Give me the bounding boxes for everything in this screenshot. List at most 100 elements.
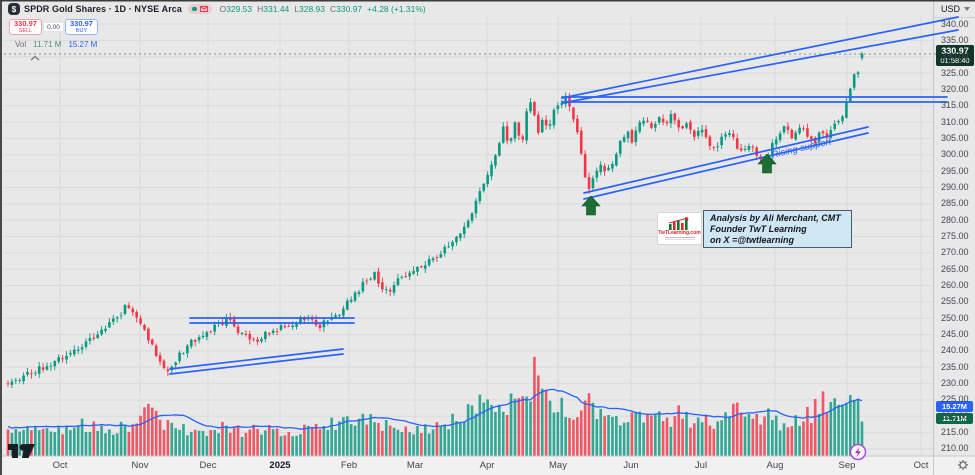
volume-bar bbox=[533, 357, 536, 456]
volume-bar bbox=[845, 403, 848, 456]
candle-body bbox=[713, 147, 716, 148]
volume-bar bbox=[709, 426, 712, 456]
candle-body bbox=[631, 130, 634, 142]
volume-legend: Vol11.71 M15.27 M bbox=[15, 40, 97, 49]
volume-bar bbox=[818, 414, 821, 456]
volume-bar bbox=[120, 422, 123, 456]
market-status-pill[interactable] bbox=[188, 4, 212, 14]
chevron-collapse-icon[interactable] bbox=[29, 55, 41, 62]
candle-body bbox=[182, 353, 185, 354]
volume-bar bbox=[693, 423, 696, 456]
price-tick: 220.00 bbox=[941, 412, 969, 421]
volume-bar bbox=[393, 428, 396, 456]
volume-bar bbox=[553, 413, 556, 456]
analysis-annotation[interactable]: Analysis by Ali Merchant, CMT Founder Tw… bbox=[703, 210, 852, 248]
candle-body bbox=[287, 326, 290, 327]
volume-bar bbox=[728, 416, 731, 456]
candle-body bbox=[256, 340, 259, 342]
volume-bar bbox=[104, 433, 107, 456]
window-left-edge bbox=[0, 0, 2, 475]
volume-bar bbox=[662, 421, 665, 456]
candle-body bbox=[46, 366, 49, 370]
volume-bar bbox=[697, 417, 700, 456]
volume-bar bbox=[443, 424, 446, 456]
candle-body bbox=[748, 146, 751, 150]
volume-bar bbox=[744, 417, 747, 456]
volume-bar bbox=[326, 430, 329, 456]
price-axis[interactable]: USD 330.97 01:58:40 15.27M 11.71M 340.00… bbox=[934, 0, 975, 475]
candle-body bbox=[740, 148, 743, 150]
volume-bar bbox=[272, 429, 275, 456]
trendline[interactable] bbox=[562, 30, 958, 103]
candle-body bbox=[459, 234, 462, 238]
trendline[interactable] bbox=[562, 17, 958, 98]
time-axis[interactable]: OctNovDec2025FebMarAprMayJunJulAugSepOct bbox=[0, 456, 975, 475]
volume-bar bbox=[81, 419, 84, 456]
volume-bar bbox=[186, 435, 189, 456]
volume-bar bbox=[518, 398, 521, 456]
time-tick: Oct bbox=[914, 460, 929, 471]
volume-bar bbox=[408, 432, 411, 456]
candle-body bbox=[280, 325, 283, 330]
volume-bar bbox=[475, 414, 478, 456]
volume-bar bbox=[233, 427, 236, 456]
candle-body bbox=[787, 126, 790, 129]
volume-bar bbox=[459, 423, 462, 456]
candle-body bbox=[837, 121, 840, 122]
price-tick: 295.00 bbox=[941, 167, 969, 176]
volume-bar bbox=[338, 421, 341, 456]
candle-body bbox=[18, 380, 21, 381]
candle-body bbox=[443, 247, 446, 253]
candle-body bbox=[440, 254, 443, 257]
volume-bar bbox=[299, 434, 302, 456]
candle-body bbox=[529, 102, 532, 111]
candle-body bbox=[397, 278, 400, 285]
volume-bar bbox=[736, 403, 739, 456]
candle-body bbox=[100, 330, 103, 335]
volume-bar bbox=[225, 426, 228, 456]
volume-bar bbox=[451, 414, 454, 456]
trendline[interactable] bbox=[170, 349, 343, 369]
candle-body bbox=[245, 334, 248, 335]
buy-button[interactable]: 330.97BUY bbox=[65, 19, 98, 35]
currency-selector[interactable]: USD bbox=[941, 4, 970, 14]
candle-body bbox=[393, 285, 396, 293]
volume-bar bbox=[748, 414, 751, 456]
volume-bar bbox=[791, 426, 794, 456]
candle-body bbox=[57, 357, 60, 361]
candle-body bbox=[479, 191, 482, 201]
analysis-line-3: on X =@twtlearning bbox=[710, 235, 845, 246]
sell-button[interactable]: 330.97SELL bbox=[9, 19, 42, 35]
candle-body bbox=[635, 131, 638, 142]
symbol-title[interactable]: SPDR Gold Shares · 1D · NYSE Arca bbox=[24, 4, 182, 14]
volume-bar bbox=[420, 433, 423, 456]
volume-bar bbox=[365, 425, 368, 456]
volume-bar bbox=[545, 390, 548, 456]
symbol-logo[interactable]: $ bbox=[8, 3, 20, 15]
volume-bar bbox=[229, 433, 232, 456]
gear-icon[interactable] bbox=[957, 459, 969, 471]
candle-body bbox=[198, 337, 201, 340]
candle-body bbox=[521, 136, 524, 139]
candle-body bbox=[190, 340, 193, 347]
ohlc-values: O329.53 H331.44 L328.93 C330.97 +4.28 (+… bbox=[220, 4, 426, 14]
candle-body bbox=[549, 124, 552, 126]
price-tick: 280.00 bbox=[941, 216, 969, 225]
candle-body bbox=[92, 338, 95, 339]
volume-bar bbox=[549, 401, 552, 456]
volume-bar bbox=[92, 421, 95, 456]
volume-bar bbox=[34, 427, 37, 456]
candle-body bbox=[646, 121, 649, 122]
candle-body bbox=[798, 128, 801, 133]
candle-body bbox=[124, 305, 127, 314]
candle-body bbox=[642, 121, 645, 124]
volume-bar bbox=[170, 423, 173, 456]
candle-body bbox=[116, 317, 119, 318]
candle-body bbox=[666, 122, 669, 123]
price-tick: 255.00 bbox=[941, 297, 969, 306]
candle-body bbox=[498, 143, 501, 155]
trendline[interactable] bbox=[170, 354, 343, 374]
candle-body bbox=[401, 277, 404, 278]
candle-body bbox=[436, 257, 439, 258]
candle-body bbox=[611, 164, 614, 169]
